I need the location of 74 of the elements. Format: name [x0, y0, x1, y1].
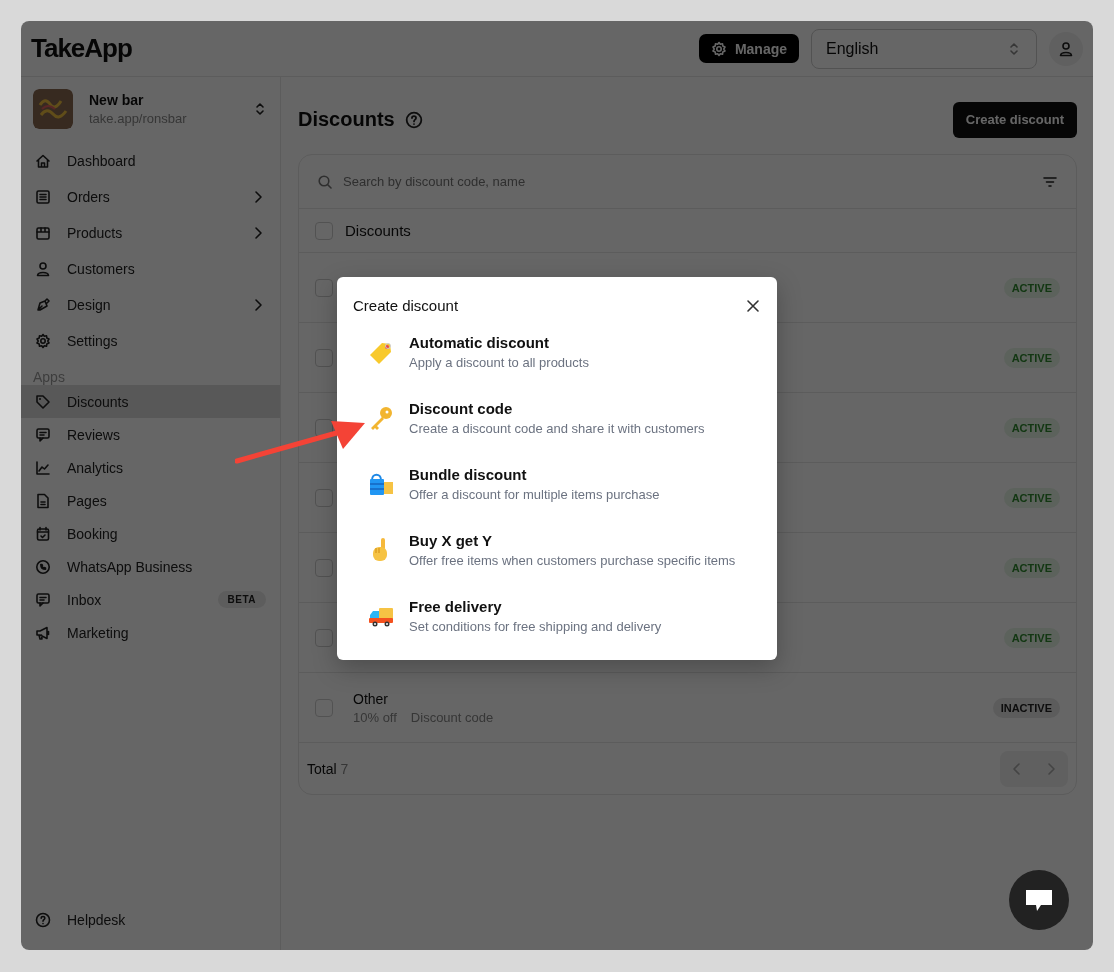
nav-item[interactable]: Design: [21, 287, 280, 323]
column-header: Discounts: [345, 222, 411, 239]
nav-item[interactable]: Settings: [21, 323, 280, 359]
status-badge: ACTIVE: [1003, 487, 1060, 508]
dialog-title: Create discount: [353, 297, 459, 314]
option-description: Set conditions for free shipping and delivery: [409, 619, 662, 634]
nav-item[interactable]: Discounts: [21, 385, 280, 418]
chat-bubble-icon: [35, 426, 51, 443]
nav-item[interactable]: Inbox BETA: [21, 583, 280, 616]
close-icon: [745, 297, 761, 314]
checkbox[interactable]: [315, 278, 333, 297]
store-name: New bar: [89, 92, 145, 108]
option-description: Offer free items when customers purchase specific items: [409, 553, 736, 568]
option-title[interactable]: Discount code: [409, 400, 705, 417]
chat-bubble-icon: [35, 591, 51, 608]
app-logo: TakeApp: [31, 33, 133, 64]
option-description: Apply a discount to all products: [409, 355, 589, 370]
chat-button[interactable]: [1009, 870, 1069, 930]
search-icon: [317, 173, 333, 190]
checkbox[interactable]: [315, 348, 333, 367]
nav-item[interactable]: Pages: [21, 484, 280, 517]
language-select[interactable]: English: [811, 28, 1037, 69]
box-icon: [35, 225, 51, 241]
status-badge: ACTIVE: [1003, 557, 1060, 578]
nav-item[interactable]: Orders: [21, 179, 280, 215]
status-badge: ACTIVE: [1003, 627, 1060, 648]
gear-icon: [35, 333, 51, 349]
option-title[interactable]: Free delivery: [409, 598, 662, 615]
tag-icon: [35, 393, 51, 410]
whatsapp-icon: [35, 558, 51, 575]
user-icon: [35, 261, 51, 277]
help-icon: [35, 912, 51, 928]
nav-item[interactable]: Customers: [21, 251, 280, 287]
option-title[interactable]: Buy X get Y: [409, 532, 736, 549]
line-chart-icon: [35, 459, 51, 476]
status-badge: ACTIVE: [1003, 417, 1060, 438]
chat-icon: [1025, 887, 1053, 913]
nav-item[interactable]: Reviews: [21, 418, 280, 451]
store-logo: [33, 89, 73, 129]
nav-item[interactable]: Analytics: [21, 451, 280, 484]
pen-icon: [35, 297, 51, 313]
help-icon: [404, 110, 423, 129]
checkbox[interactable]: [315, 558, 333, 577]
status-badge: ACTIVE: [1003, 277, 1060, 298]
option-title[interactable]: Bundle discount: [409, 466, 660, 483]
checkbox[interactable]: [315, 418, 333, 437]
user-icon: [1058, 40, 1074, 57]
discount-name: Other: [353, 690, 389, 707]
beta-badge: BETA: [217, 591, 266, 608]
checkbox[interactable]: [315, 488, 333, 507]
list-icon: [35, 189, 51, 205]
close-button[interactable]: [745, 297, 761, 314]
nav-item[interactable]: Helpdesk: [21, 902, 280, 938]
create-discount-button[interactable]: Create discount: [952, 101, 1077, 138]
account-avatar[interactable]: [1049, 31, 1083, 66]
option-title[interactable]: Automatic discount: [409, 334, 589, 351]
checkbox[interactable]: [315, 628, 333, 647]
megaphone-icon: [35, 624, 51, 641]
page-title: Discounts: [298, 108, 395, 131]
home-icon: [35, 153, 51, 169]
nav-item[interactable]: Booking: [21, 517, 280, 550]
status-badge: INACTIVE: [992, 697, 1060, 718]
option-description: Offer a discount for multiple items purchase: [409, 487, 660, 502]
document-icon: [35, 492, 51, 509]
gear-icon: [710, 40, 727, 57]
status-badge: ACTIVE: [1003, 347, 1060, 368]
nav-item[interactable]: Marketing: [21, 616, 280, 649]
calendar-icon: [35, 525, 51, 542]
nav-item[interactable]: Dashboard: [21, 143, 280, 179]
option-description: Create a discount code and share it with customers: [409, 421, 705, 436]
nav-item[interactable]: Products: [21, 215, 280, 251]
manage-button[interactable]: Manage: [698, 34, 799, 63]
total-label: Total: [307, 760, 337, 777]
nav-item[interactable]: WhatsApp Business: [21, 550, 280, 583]
